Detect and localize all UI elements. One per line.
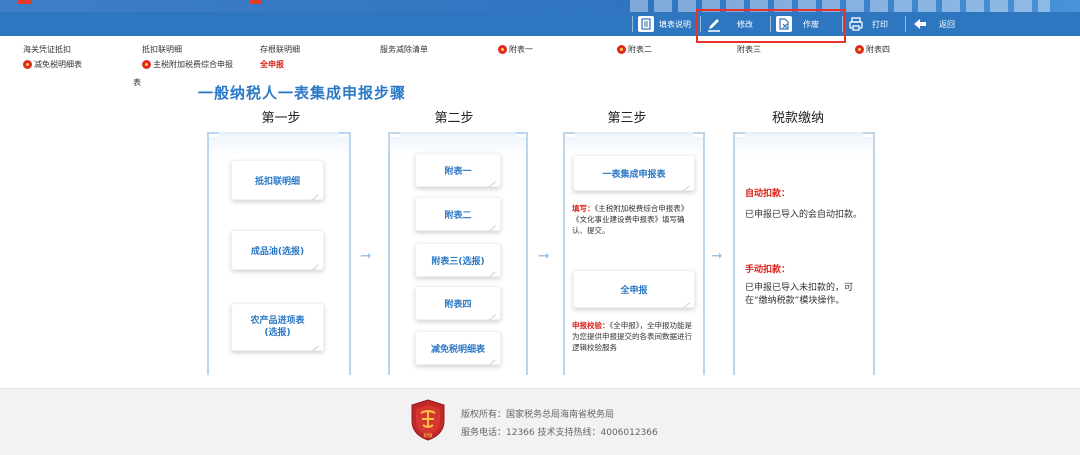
footer-service-phone: 服务电话：12366 技术支持热线：4006012366 <box>461 428 658 438</box>
footer-copyright: 版权所有：国家税务总局海南省税务局 <box>461 410 615 420</box>
required-flower-icon <box>617 45 626 54</box>
card-agricultural-input[interactable]: 农产品进项表 (选报) <box>231 303 324 351</box>
modify-button[interactable]: 修改 <box>706 12 753 36</box>
print-label: 打印 <box>872 19 888 29</box>
banner-decoration <box>250 0 262 4</box>
tax-emblem-logo: 税徽 <box>411 399 445 441</box>
printer-icon <box>848 16 864 32</box>
step-arrow-icon: ➞ <box>711 248 723 264</box>
pencil-icon <box>706 16 722 32</box>
step-2-title: 第二步 <box>434 111 474 126</box>
tab-schedule-1[interactable]: 附表一 <box>498 44 533 55</box>
tab-schedule-2[interactable]: 附表二 <box>617 44 652 55</box>
manual-deduction-title: 手动扣款： <box>745 265 791 275</box>
tab-schedule-3[interactable]: 附表三 <box>737 44 761 55</box>
card-refined-oil[interactable]: 成品油(选报) <box>231 230 324 270</box>
toolbar-separator <box>700 16 701 32</box>
back-label: 返回 <box>939 19 955 29</box>
top-banner-strip <box>0 0 1080 12</box>
page-title: 一般纳税人一表集成申报步骤 <box>198 84 407 102</box>
toolbar-separator <box>842 16 843 32</box>
toolbar-separator <box>632 16 633 32</box>
tab-customs-voucher[interactable]: 海关凭证抵扣 <box>23 44 71 55</box>
back-button[interactable]: 返回 <box>912 12 955 36</box>
fill-help-label: 填表说明 <box>659 19 691 29</box>
step-arrow-icon: ➞ <box>538 248 550 264</box>
fill-help-button[interactable]: 填表说明 <box>638 12 691 36</box>
toolbar-separator <box>905 16 906 32</box>
required-flower-icon <box>855 45 864 54</box>
full-declaration-description: 申报校验：《全申报》，全申报功能是为您提供申报提交的各表间数据进行逻辑校验服务 <box>572 321 692 352</box>
tab-tax-exemption-detail[interactable]: 减免税明细表 <box>23 59 82 70</box>
modify-label: 修改 <box>737 19 753 29</box>
step-1-title: 第一步 <box>261 111 301 126</box>
card-deduction-detail[interactable]: 抵扣联明细 <box>231 160 324 200</box>
required-flower-icon <box>23 60 32 69</box>
tab-main-tax-surcharge[interactable]: 主税附加税费综合申报 <box>142 59 233 70</box>
back-arrow-icon <box>912 16 928 32</box>
step-arrow-icon: ➞ <box>360 248 372 264</box>
document-cancel-icon <box>776 16 792 32</box>
card-integrated-declaration[interactable]: 一表集成申报表 <box>573 155 695 191</box>
banner-blurred-text <box>630 0 1050 12</box>
logo-caption: 税徽 <box>424 432 433 439</box>
void-label: 作废 <box>803 19 819 29</box>
card-tax-exemption-detail[interactable]: 减免税明细表 <box>415 331 501 365</box>
form-tabs: 海关凭证抵扣 抵扣联明细 存根联明细 服务减除清单 附表一 附表二 附表三 附表… <box>0 40 1080 72</box>
required-flower-icon <box>498 45 507 54</box>
step-3-title: 第三步 <box>607 111 647 126</box>
stray-text: 表 <box>133 78 141 87</box>
toolbar-separator <box>770 16 771 32</box>
document-list-icon <box>638 16 654 32</box>
print-button[interactable]: 打印 <box>848 12 888 36</box>
step-4-title: 税款缴纳 <box>771 111 824 126</box>
toolbar: 填表说明 修改 作废 打印 返回 <box>0 12 1080 36</box>
tab-deduction-detail[interactable]: 抵扣联明细 <box>142 44 182 55</box>
banner-decoration <box>18 0 32 4</box>
card-full-declaration[interactable]: 全申报 <box>573 270 695 308</box>
tab-stub-detail[interactable]: 存根联明细 <box>260 44 300 55</box>
auto-deduction-title: 自动扣款： <box>745 189 791 199</box>
step-4-column <box>733 132 875 375</box>
required-flower-icon <box>142 60 151 69</box>
tab-schedule-4[interactable]: 附表四 <box>855 44 890 55</box>
integrated-declaration-description: 填写：《主税附加税费综合申报表》《文化事业建设费申报表》填写确认、提交。 <box>572 204 689 235</box>
auto-deduction-text: 已申报已导入的会自动扣款。 <box>745 210 863 220</box>
card-schedule-1[interactable]: 附表一 <box>415 153 501 187</box>
card-schedule-2[interactable]: 附表二 <box>415 197 501 231</box>
tab-service-deduction[interactable]: 服务减除清单 <box>380 44 428 55</box>
card-schedule-3[interactable]: 附表三(选报) <box>415 243 501 277</box>
manual-deduction-text: 已申报已导入未扣款的，可在“缴纳税款”模块操作。 <box>745 283 854 306</box>
void-button[interactable]: 作废 <box>776 12 819 36</box>
footer: 税徽 版权所有：国家税务总局海南省税务局 服务电话：12366 技术支持热线：4… <box>0 388 1080 455</box>
tab-full-declaration[interactable]: 全申报 <box>260 59 284 70</box>
card-schedule-4[interactable]: 附表四 <box>415 286 501 320</box>
